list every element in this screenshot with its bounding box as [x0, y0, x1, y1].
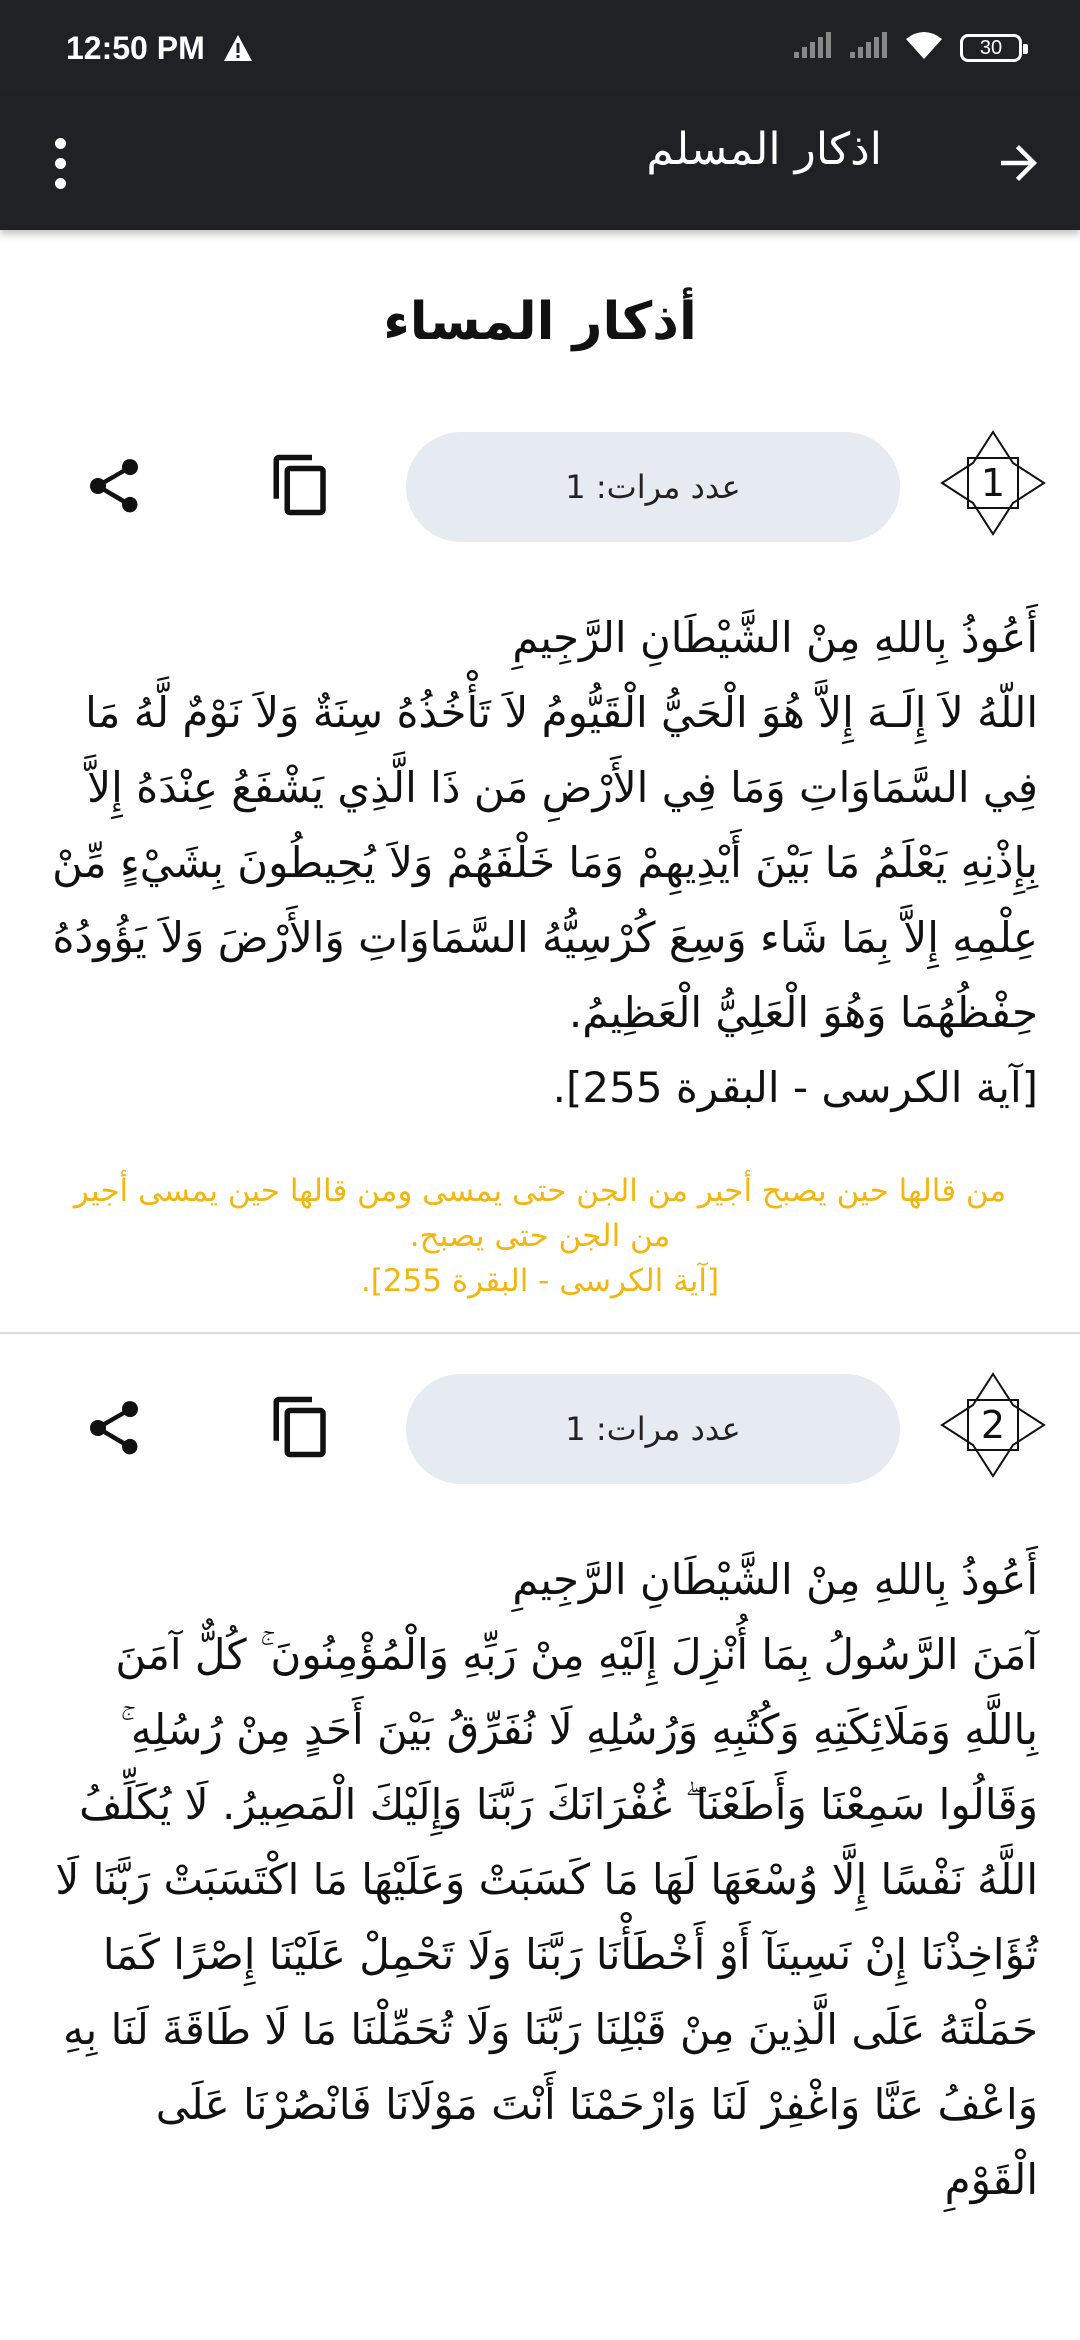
signal-icon	[792, 32, 832, 64]
page-title: أذكار المساء	[383, 292, 697, 352]
warning-icon	[223, 34, 253, 62]
wifi-icon	[904, 31, 944, 65]
repeat-count-label: عدد مرات: 1	[565, 1410, 741, 1448]
status-right: 30	[792, 31, 1028, 65]
repeat-count-label: عدد مرات: 1	[565, 468, 741, 506]
battery-level: 30	[979, 36, 1003, 59]
card-toolbar: عدد مرات: 1 1	[0, 428, 1080, 548]
more-vert-icon[interactable]	[40, 126, 80, 200]
share-icon[interactable]	[82, 1396, 146, 1464]
card-toolbar: عدد مرات: 1 2	[0, 1370, 1080, 1490]
virtue-text: من قالها حين يصبح أجير من الجن حتى يمسى …	[73, 1173, 1007, 1299]
arrow-forward-icon[interactable]	[992, 136, 1046, 194]
number-badge: 2	[938, 1370, 1048, 1480]
copy-icon[interactable]	[268, 1394, 334, 1464]
repeat-count-button[interactable]: عدد مرات: 1	[406, 432, 900, 542]
number-badge: 1	[938, 428, 1048, 538]
dhikr-text: أَعُوذُ بِاللهِ مِنْ الشَّيْطَانِ الرَّج…	[52, 613, 1038, 1112]
signal-icon-2	[848, 32, 888, 64]
dhikr-card-1: عدد مرات: 1 1 أَعُوذُ بِاللهِ مِنْ الشَّ…	[0, 428, 1080, 1334]
dhikr-card-2: عدد مرات: 1 2 أَعُوذُ بِاللهِ مِنْ الشَّ…	[0, 1370, 1080, 2217]
app-bar: اذكار المسلم	[0, 96, 1080, 230]
divider	[0, 1332, 1080, 1334]
status-time: 12:50 PM	[66, 29, 205, 66]
dhikr-text: أَعُوذُ بِاللهِ مِنْ الشَّيْطَانِ الرَّج…	[55, 1555, 1038, 2204]
badge-number: 1	[980, 461, 1006, 505]
status-left: 12:50 PM	[66, 30, 253, 67]
battery-indicator: 30	[960, 34, 1028, 62]
badge-number: 2	[980, 1403, 1006, 1447]
status-bar: 12:50 PM 30	[0, 0, 1080, 96]
repeat-count-button[interactable]: عدد مرات: 1	[406, 1374, 900, 1484]
copy-icon[interactable]	[268, 452, 334, 522]
share-icon[interactable]	[82, 454, 146, 522]
app-title: اذكار المسلم	[646, 124, 882, 175]
